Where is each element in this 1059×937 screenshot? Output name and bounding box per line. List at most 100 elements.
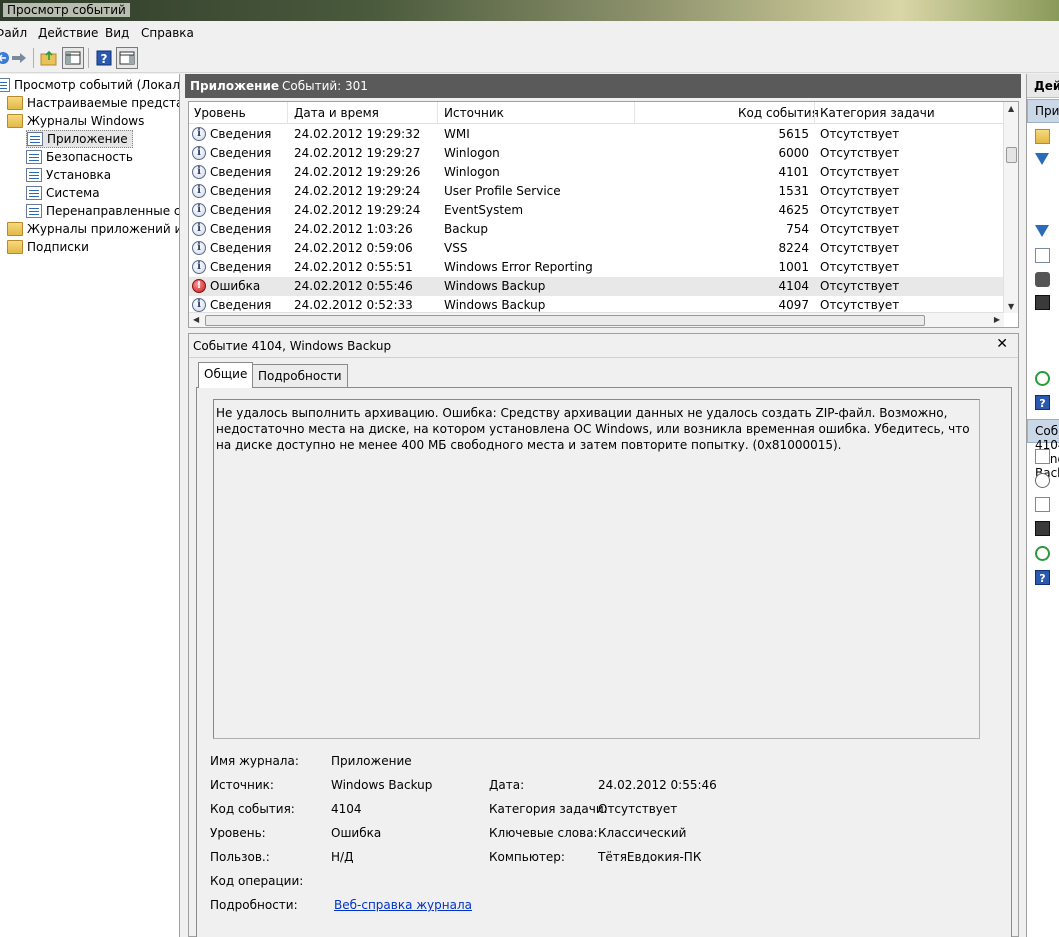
tab-details[interactable]: Подробности [252,364,348,387]
table-row[interactable]: i Сведения 24.02.2012 1:03:26 Backup 754 Отсу… [189,220,1004,239]
column-header-source[interactable]: Источник [444,106,504,120]
show-hide-console-tree-icon[interactable] [62,47,84,69]
menu-bar: Файл Действие Вид Справка [0,22,1059,43]
cell-source: WMI [444,127,470,141]
log-name-value: Приложение [331,754,412,768]
horizontal-scrollbar[interactable]: ◀ ▶ [189,312,1004,327]
cell-datetime: 24.02.2012 19:29:32 [294,127,421,141]
actions-section-event[interactable]: Событие 4104, Windows Backup [1027,419,1059,480]
log-icon [26,186,42,200]
create-custom-view-icon[interactable] [1035,153,1049,165]
column-header-datetime[interactable]: Дата и время [294,106,379,120]
tree-item-security[interactable]: Безопасность [26,148,133,166]
tree-item-label: Настраиваемые представления [27,96,179,110]
column-header-event-id[interactable]: Код события [738,106,819,120]
table-row[interactable]: i Сведения 24.02.2012 19:29:27 Winlogon 6000… [189,144,1004,163]
save-events-icon[interactable] [1035,295,1050,310]
cell-datetime: 24.02.2012 0:59:06 [294,241,413,255]
cell-datetime: 24.02.2012 19:29:26 [294,165,421,179]
table-row[interactable]: i Сведения 24.02.2012 0:59:06 VSS 8224 Отсутс… [189,239,1004,258]
tree-item-application[interactable]: Приложение [26,130,133,148]
cell-event-id: 754 [786,222,809,236]
menu-help[interactable]: Справка [141,26,194,40]
folder-icon [7,96,23,110]
tree-item-custom-views[interactable]: Настраиваемые представления [7,94,179,112]
up-folder-icon[interactable] [38,47,60,69]
event-properties-icon[interactable] [1035,449,1050,464]
event-count: Событий: 301 [282,79,368,93]
table-row[interactable]: i Сведения 24.02.2012 19:29:24 User Profile… [189,182,1004,201]
cell-level: Сведения [210,203,272,217]
table-row[interactable]: i Сведения 24.02.2012 0:55:51 Windows Error… [189,258,1004,277]
actions-section-application[interactable]: Приложение [1027,99,1059,123]
find-icon[interactable] [1035,272,1050,287]
console-tree: Просмотр событий (Локальный) Настраиваем… [0,74,180,937]
table-row[interactable]: i Сведения 24.02.2012 19:29:32 WMI 5615 Отсут… [189,125,1004,144]
computer-label: Компьютер: [489,850,565,864]
cell-event-id: 6000 [778,146,809,160]
properties-icon[interactable] [1035,248,1050,263]
log-icon [26,150,42,164]
cell-datetime: 24.02.2012 19:29:27 [294,146,421,160]
table-row[interactable]: i Сведения 24.02.2012 19:29:24 EventSystem 4… [189,201,1004,220]
show-hide-action-pane-icon[interactable] [116,47,138,69]
cell-source: VSS [444,241,468,255]
task-category-label: Категория задачи: [489,802,608,816]
tab-general[interactable]: Общие [198,362,254,388]
table-row[interactable]: ! Ошибка 24.02.2012 0:55:46 Windows Backup 4… [189,277,1004,296]
cell-level: Ошибка [210,279,261,293]
cell-datetime: 24.02.2012 1:03:26 [294,222,413,236]
open-saved-log-icon[interactable] [1035,129,1050,144]
help-icon[interactable]: ? [1035,570,1050,585]
event-id-label: Код события: [210,802,295,816]
folder-icon [7,114,23,128]
tree-item-label: Журналы Windows [27,114,145,128]
cell-level: Сведения [210,127,272,141]
table-row[interactable]: i Сведения 24.02.2012 19:29:26 Winlogon 4101… [189,163,1004,182]
cell-source: Windows Backup [444,298,546,312]
menu-action[interactable]: Действие [38,26,98,40]
information-icon: i [192,241,206,255]
filter-current-log-icon[interactable] [1035,225,1049,237]
actions-header: Действия [1027,74,1059,98]
tree-item-app-service-logs[interactable]: Журналы приложений и служб [7,220,179,238]
cell-task-category: Отсутствует [820,127,900,141]
save-selected-events-icon[interactable] [1035,521,1050,536]
svg-text:?: ? [101,52,108,66]
refresh-icon[interactable] [1035,371,1050,386]
event-id-value: 4104 [331,802,362,816]
cell-level: Сведения [210,146,272,160]
cell-level: Сведения [210,165,272,179]
tree-item-setup[interactable]: Установка [26,166,111,184]
tree-item-windows-logs[interactable]: Журналы Windows [7,112,144,130]
help-icon[interactable]: ? [93,47,115,69]
help-icon[interactable]: ? [1035,395,1050,410]
tree-item-forwarded-events[interactable]: Перенаправленные события [26,202,180,220]
tree-item-label: Перенаправленные события [46,204,180,218]
error-icon: ! [192,279,206,293]
tree-item-system[interactable]: Система [26,184,100,202]
menu-view[interactable]: Вид [105,26,129,40]
attach-task-icon[interactable] [1035,473,1050,488]
source-value: Windows Backup [331,778,433,792]
event-log-online-help-link[interactable]: Веб-справка журнала [334,898,472,912]
tree-item-subscriptions[interactable]: Подписки [7,238,89,256]
folder-icon [7,240,23,254]
opcode-label: Код операции: [210,874,304,888]
refresh-icon[interactable] [1035,546,1050,561]
center-pane: Приложение Событий: 301 Уровень Дата и в… [185,74,1021,937]
copy-icon[interactable] [1035,497,1050,512]
cell-event-id: 1001 [778,260,809,274]
vertical-scrollbar[interactable]: ▲ ▼ [1003,102,1018,313]
tree-item-event-viewer-root[interactable]: Просмотр событий (Локальный) [0,76,179,94]
details-label: Подробности: [210,898,298,912]
close-icon[interactable]: ✕ [996,336,1008,352]
horizontal-scroll-thumb[interactable] [205,315,925,326]
menu-file[interactable]: Файл [0,26,27,40]
vertical-scroll-thumb[interactable] [1006,147,1017,163]
forward-icon[interactable] [8,47,30,69]
column-header-level[interactable]: Уровень [194,106,246,120]
cell-datetime: 24.02.2012 0:55:46 [294,279,413,293]
column-header-task-category[interactable]: Категория задачи [820,106,935,120]
event-message[interactable]: Не удалось выполнить архивацию. Ошибка: … [213,399,980,739]
